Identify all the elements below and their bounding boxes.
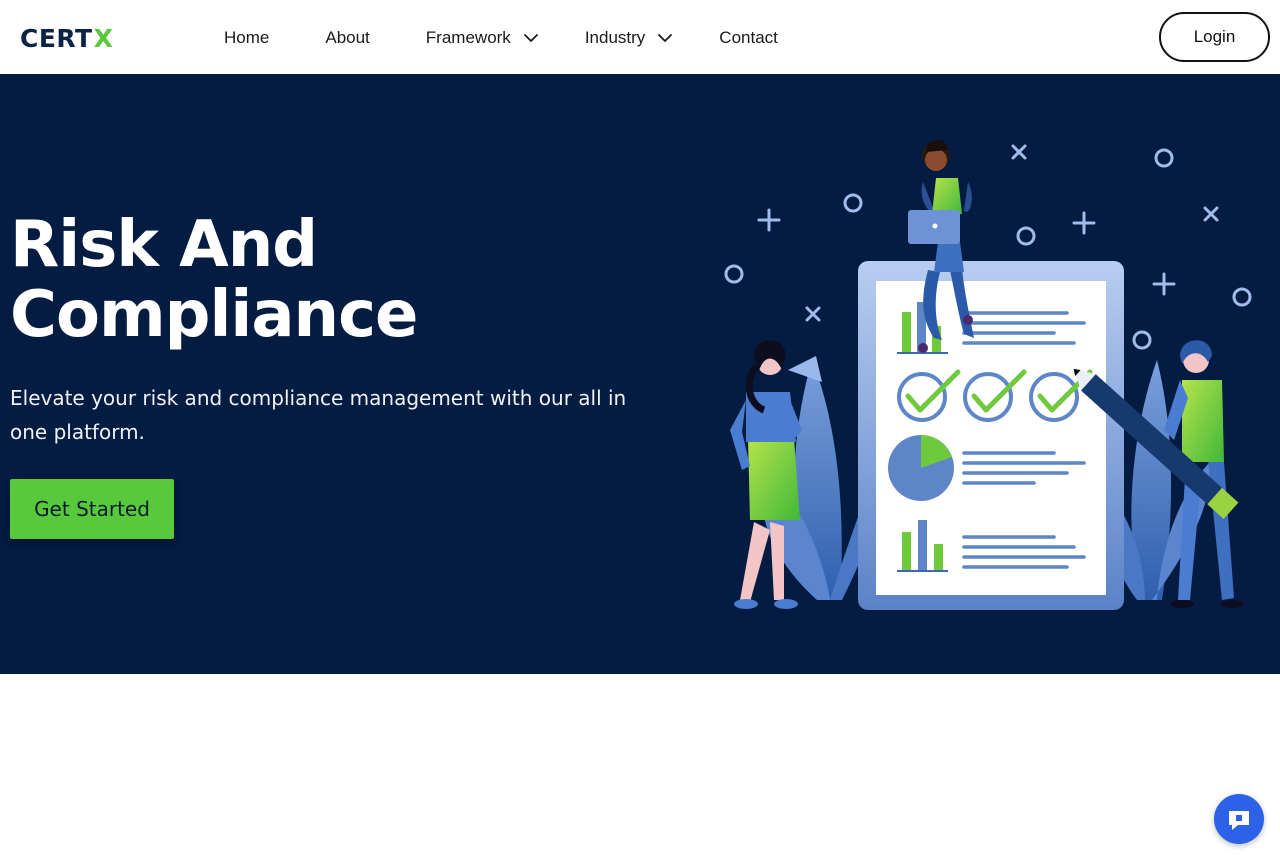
- nav-home[interactable]: Home: [224, 28, 269, 48]
- nav-industry-label: Industry: [584, 28, 646, 47]
- chat-icon: [1229, 811, 1249, 830]
- nav-framework-label: Framework: [425, 28, 511, 47]
- chevron-down-icon: [523, 34, 538, 42]
- hero-subtitle: Elevate your risk and compliance managem…: [10, 386, 627, 444]
- logo-text-x: X: [93, 23, 114, 53]
- nav-contact[interactable]: Contact: [719, 28, 778, 48]
- get-started-button[interactable]: Get Started: [10, 479, 174, 539]
- nav-about[interactable]: About: [325, 28, 369, 48]
- hero-title: Risk And Compliance: [10, 210, 570, 350]
- hero-title-line1: Risk And: [10, 208, 318, 282]
- chevron-down-icon: [658, 34, 673, 42]
- hero-title-line2: Compliance: [10, 278, 418, 352]
- chat-launcher-button[interactable]: [1214, 794, 1264, 844]
- nav-framework-dropdown[interactable]: Framework: [426, 28, 539, 48]
- compliance-illustration: [724, 139, 1252, 610]
- main-nav: Home About Framework Industry Contact: [224, 27, 778, 49]
- nav-industry-dropdown[interactable]: Industry: [585, 28, 673, 48]
- hero-section: Risk And Compliance Elevate your risk an…: [0, 74, 1280, 674]
- nav-about-label: About: [325, 28, 370, 47]
- login-button[interactable]: Login: [1159, 12, 1270, 62]
- site-header: CERT X Home About Framework Industry Cont…: [0, 0, 1280, 74]
- pie-chart: [888, 435, 954, 501]
- nav-home-label: Home: [224, 28, 270, 47]
- nav-contact-label: Contact: [719, 28, 778, 47]
- logo-text-cert: CERT: [20, 23, 93, 53]
- certx-logo[interactable]: CERT X: [20, 23, 114, 53]
